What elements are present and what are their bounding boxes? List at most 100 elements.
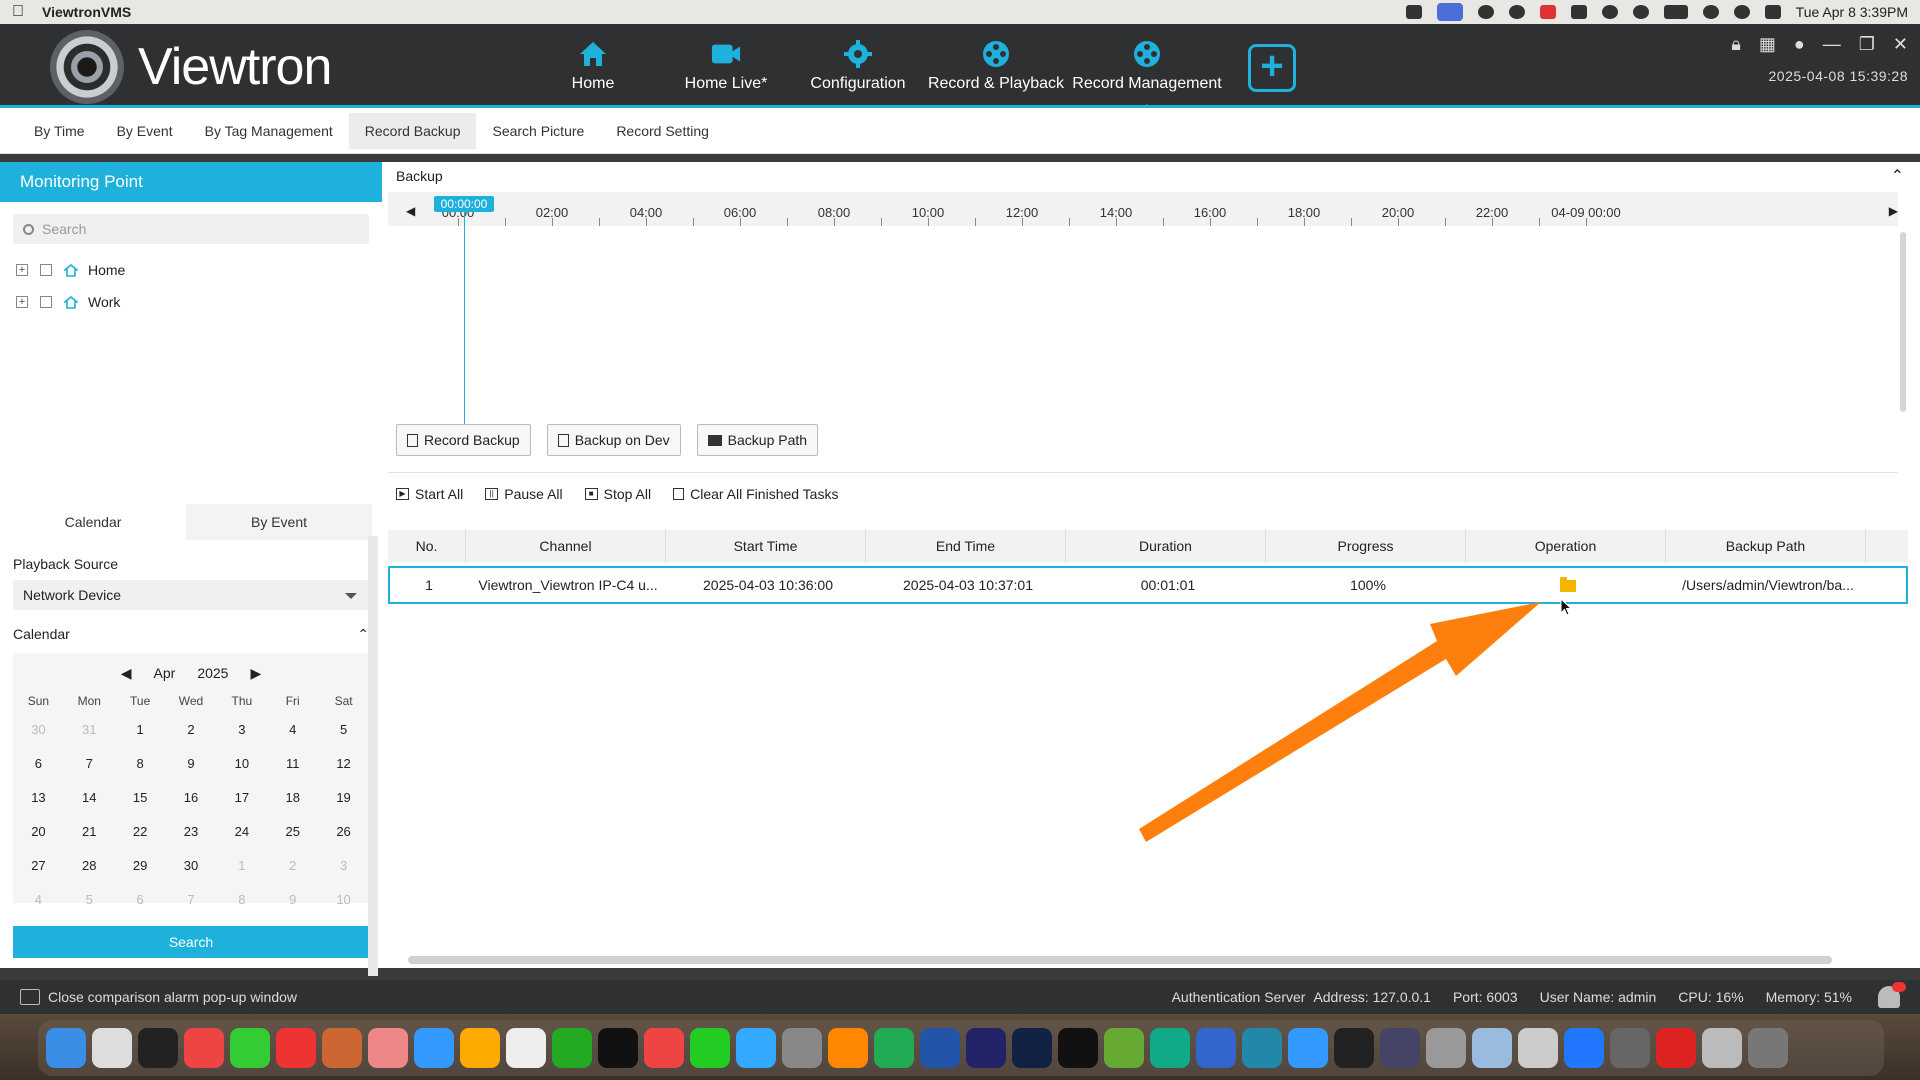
checkbox[interactable] [40,264,52,276]
tree-item-home[interactable]: + Home [0,254,382,286]
dock-app-icon[interactable] [1288,1028,1328,1068]
vlc-icon[interactable] [1405,5,1422,19]
dock-app-icon[interactable] [1656,1028,1696,1068]
dock-app-icon[interactable] [1518,1028,1558,1068]
timeline-cursor-time[interactable]: 00:00:00 [434,196,494,212]
pause-all-button[interactable]: || Pause All [485,486,563,502]
collapse-icon[interactable]: ⌃ [1891,166,1904,186]
dock-app-icon[interactable] [1748,1028,1788,1068]
dock-app-icon[interactable] [1196,1028,1236,1068]
calendar-day[interactable]: 16 [166,781,217,815]
menubar-app-name[interactable]: ViewtronVMS [42,4,131,20]
expand-icon[interactable]: + [16,296,28,308]
check-icon[interactable] [1508,5,1525,19]
calendar-day[interactable]: 26 [318,815,369,849]
table-row[interactable]: 1 Viewtron_Viewtron IP-C4 u... 2025-04-0… [388,566,1908,604]
tab-by-tag-management[interactable]: By Tag Management [189,113,349,149]
user-icon[interactable]: ● [1794,34,1805,55]
prev-month-icon[interactable]: ◀ [121,665,132,682]
clear-finished-button[interactable]: Clear All Finished Tasks [673,486,838,502]
tab-search-picture[interactable]: Search Picture [476,113,600,149]
calendar-day[interactable]: 7 [64,747,115,781]
next-month-icon[interactable]: ▶ [250,665,261,682]
dock-app-icon[interactable] [690,1028,730,1068]
restore-icon[interactable]: ❐ [1859,34,1875,55]
s-app-icon[interactable] [1539,5,1556,19]
calendar-day[interactable]: 20 [13,815,64,849]
timeline-track[interactable] [388,226,1898,402]
dock-app-icon[interactable] [644,1028,684,1068]
dock-app-icon[interactable] [874,1028,914,1068]
dock-app-icon[interactable] [1702,1028,1742,1068]
dock-app-icon[interactable] [1104,1028,1144,1068]
dock-app-icon[interactable] [276,1028,316,1068]
playback-source-select[interactable]: Network Device [13,580,369,610]
calendar-day[interactable]: 3 [216,713,267,747]
timeline-prev-icon[interactable]: ◀ [406,204,415,218]
column-header[interactable]: Duration [1066,530,1266,562]
calendar-day[interactable]: 8 [115,747,166,781]
panel-collapse-handle[interactable] [368,536,378,976]
calendar-day[interactable]: 12 [318,747,369,781]
stop-all-button[interactable]: ■ Stop All [584,486,651,502]
tab-record-setting[interactable]: Record Setting [600,113,725,149]
apple-icon[interactable]:  [12,3,24,21]
user-icon[interactable] [1601,5,1618,19]
dock-app-icon[interactable] [46,1028,86,1068]
add-tab-button[interactable]: + [1248,44,1296,92]
dock-app-icon[interactable] [414,1028,454,1068]
nav-record-management[interactable]: Record Management [1068,24,1226,111]
expand-icon[interactable]: + [16,264,28,276]
folder-icon[interactable] [1560,577,1576,593]
nav-home[interactable]: Home [553,24,633,108]
dock-app-icon[interactable] [598,1028,638,1068]
battery-icon[interactable] [1663,5,1688,19]
grid-icon[interactable]: ▦ [1759,34,1776,55]
spotlight-search-icon[interactable] [1733,5,1750,19]
play-icon[interactable] [1632,5,1649,19]
dock-app-icon[interactable] [1150,1028,1190,1068]
column-header[interactable]: Operation [1466,530,1666,562]
calendar-day[interactable]: 25 [267,815,318,849]
calendar-day[interactable]: 9 [267,883,318,917]
calendar-day[interactable]: 23 [166,815,217,849]
calendar-day[interactable]: 21 [64,815,115,849]
calendar-day[interactable]: 10 [216,747,267,781]
dock-app-icon[interactable] [322,1028,362,1068]
backup-on-dev-button[interactable]: Backup on Dev [546,424,681,456]
search-input[interactable]: Search [13,214,369,244]
calendar-day[interactable]: 1 [216,849,267,883]
calendar-day[interactable]: 18 [267,781,318,815]
tab-by-event[interactable]: By Event [101,113,189,149]
calendar-day[interactable]: 2 [166,713,217,747]
vertical-scrollbar[interactable] [1900,232,1906,412]
calendar-day[interactable]: 11 [267,747,318,781]
calendar-day[interactable]: 9 [166,747,217,781]
nav-configuration[interactable]: Configuration [802,24,914,108]
calendar-day[interactable]: 3 [318,849,369,883]
dock-app-icon[interactable] [1012,1028,1052,1068]
tab-by-time[interactable]: By Time [18,113,101,149]
calendar-day[interactable]: 15 [115,781,166,815]
record-backup-button[interactable]: Record Backup [396,424,531,456]
dock-app-icon[interactable] [1426,1028,1466,1068]
dock-app-icon[interactable] [1058,1028,1098,1068]
control-center-icon[interactable] [1764,5,1781,19]
dock-app-icon[interactable] [966,1028,1006,1068]
close-alarm-popup[interactable]: Close comparison alarm pop-up window [20,989,297,1005]
dock-app-icon[interactable] [1380,1028,1420,1068]
dock-app-icon[interactable] [828,1028,868,1068]
dock-app-icon[interactable] [1242,1028,1282,1068]
menubar-clock[interactable]: Tue Apr 8 3:39PM [1796,4,1908,20]
nav-record-playback[interactable]: Record & Playback [926,24,1066,108]
tab-by-event-calendar[interactable]: By Event [186,504,372,540]
calendar-day[interactable]: 14 [64,781,115,815]
wifi-icon[interactable] [1702,5,1719,19]
horizontal-scrollbar[interactable] [408,956,1832,964]
column-header[interactable]: No. [388,530,466,562]
calendar-day[interactable]: 2 [267,849,318,883]
timeline-cursor-line[interactable] [464,212,465,432]
dock-app-icon[interactable] [1472,1028,1512,1068]
dock-app-icon[interactable] [782,1028,822,1068]
column-header[interactable]: End Time [866,530,1066,562]
